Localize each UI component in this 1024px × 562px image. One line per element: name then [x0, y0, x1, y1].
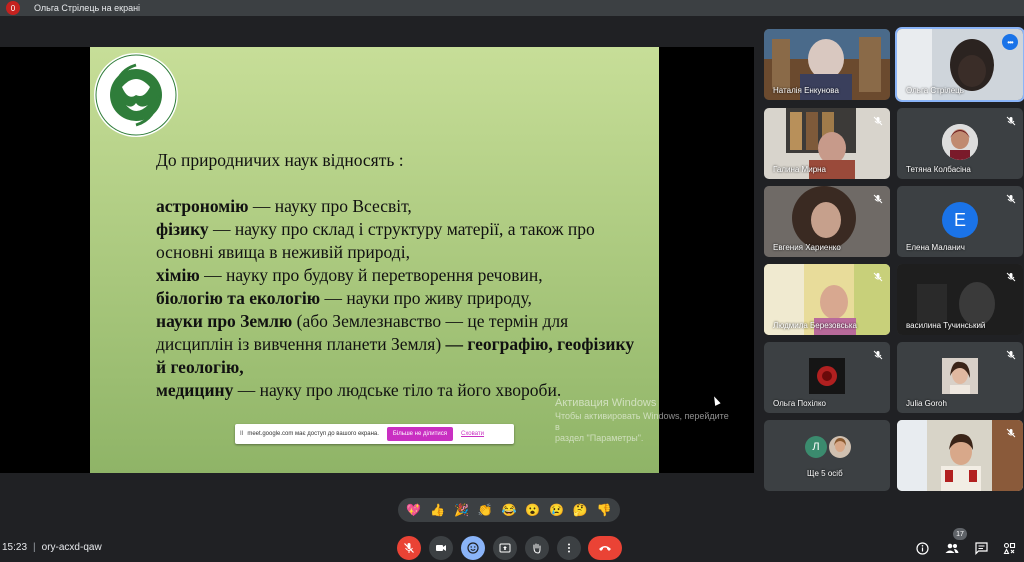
windows-activation-watermark: Активация Windows Чтобы активировать Win… [555, 397, 729, 444]
raise-hand-button[interactable] [525, 536, 549, 560]
reaction-surprised-icon[interactable]: 😮 [525, 503, 540, 517]
participant-video [897, 420, 1023, 491]
participant-avatar [942, 124, 978, 160]
participant-tile[interactable]: Людмила Березовська [764, 264, 890, 335]
participant-name: Елена Маланич [906, 243, 965, 252]
mic-off-icon [1006, 272, 1016, 282]
mic-off-icon [1006, 350, 1016, 360]
participant-tile[interactable]: Julia Goroh [897, 342, 1023, 413]
bottom-control-bar: 15:23 | ory-acxd-qaw [0, 532, 1024, 562]
reaction-laugh-icon[interactable]: 😂 [501, 503, 516, 517]
activities-button[interactable] [1001, 540, 1017, 556]
participant-name: Ольга Стрілець [906, 86, 964, 95]
participant-tile[interactable]: Тетяна Колбасіна [897, 108, 1023, 179]
presenting-title: Ольга Стрілець на екрані [34, 3, 141, 13]
meeting-code: ory-acxd-qaw [41, 542, 102, 553]
hide-link[interactable]: Сховати [461, 431, 484, 437]
participant-name: Галина Мирна [773, 165, 827, 174]
mic-off-icon [873, 350, 883, 360]
participant-tile[interactable]: Наталія Енкунова [764, 29, 890, 100]
participant-name: василина Тучинський [906, 321, 986, 330]
presenter-avatar: 0 [6, 1, 20, 15]
reaction-sad-icon[interactable]: 😢 [549, 503, 564, 517]
reactions-bar: 💖 👍 🎉 👏 😂 😮 😢 🤔 👎 [398, 498, 620, 522]
mic-off-icon [1006, 428, 1016, 438]
participant-tile[interactable]: E Елена Маланич [897, 186, 1023, 257]
info-icon [915, 541, 929, 555]
participant-avatar: Л [805, 436, 827, 458]
hand-icon [533, 543, 541, 554]
camera-icon [436, 545, 446, 551]
participant-name: Евгения Хариенко [773, 243, 841, 252]
slide-line: фізику — науку про склад і структуру мат… [156, 219, 595, 262]
more-participants-label: Ще 5 осіб [807, 469, 843, 478]
mic-off-icon [873, 194, 883, 204]
smile-icon [467, 542, 479, 554]
more-participants-tile[interactable]: Л Ще 5 осіб [764, 420, 890, 491]
more-options-icon[interactable]: ••• [1002, 34, 1018, 50]
top-bar: 0 Ольга Стрілець на екрані [0, 0, 1024, 16]
mic-off-icon [1006, 194, 1016, 204]
reaction-clap-icon[interactable]: 👏 [478, 503, 493, 517]
stop-sharing-button[interactable]: Більше не ділитися [386, 427, 453, 441]
reaction-party-icon[interactable]: 🎉 [454, 503, 469, 517]
participant-name: Тетяна Колбасіна [906, 165, 971, 174]
slide-heading: До природничих наук відносять : [156, 150, 404, 170]
more-options-button[interactable] [557, 536, 581, 560]
participant-tile[interactable]: ••• Ольга Стрілець [895, 27, 1024, 102]
mic-off-icon [873, 272, 883, 282]
mic-toggle-button[interactable] [397, 536, 421, 560]
separator: | [33, 542, 36, 553]
camera-toggle-button[interactable] [429, 536, 453, 560]
reaction-thumbs-up-icon[interactable]: 👍 [430, 503, 445, 517]
present-icon [499, 543, 511, 553]
participant-tile[interactable] [897, 420, 1023, 491]
share-message: meet.google.com має доступ до вашого екр… [247, 431, 379, 437]
activities-icon [1003, 542, 1015, 554]
participant-avatar [829, 436, 851, 458]
eco-center-logo [94, 53, 178, 137]
chat-button[interactable] [973, 540, 989, 556]
more-vert-icon [568, 543, 570, 553]
reaction-thumbs-down-icon[interactable]: 👎 [597, 503, 612, 517]
participant-name: Наталія Енкунова [773, 86, 839, 95]
mic-off-icon [1006, 116, 1016, 126]
people-icon [945, 543, 959, 553]
participant-name: Julia Goroh [906, 399, 947, 408]
hang-up-icon [599, 546, 611, 551]
slide-line: хімію — науку про будову й перетворення … [156, 265, 543, 285]
mic-off-icon [404, 543, 414, 553]
participant-tile[interactable]: Евгения Хариенко [764, 186, 890, 257]
meeting-details-button[interactable] [914, 540, 930, 556]
participant-avatar [809, 358, 845, 394]
reactions-button[interactable] [461, 536, 485, 560]
slide-line: науки про Землю (або Землезнавство — це … [156, 311, 635, 377]
participant-tile[interactable]: василина Тучинський [897, 264, 1023, 335]
people-button[interactable] [944, 540, 960, 556]
participant-tile[interactable]: Галина Мирна [764, 108, 890, 179]
participant-name: Людмила Березовська [773, 321, 857, 330]
meeting-info: 15:23 | ory-acxd-qaw [2, 542, 102, 553]
participant-tile[interactable]: Ольга Похілко [764, 342, 890, 413]
slide-line: астрономію — науку про Всесвіт, [156, 196, 412, 216]
screen-share-bar: II meet.google.com має доступ до вашого … [235, 424, 514, 444]
leave-call-button[interactable] [588, 536, 622, 560]
participant-avatar: E [942, 202, 978, 238]
mic-off-icon [873, 116, 883, 126]
people-count-badge: 17 [953, 528, 967, 540]
clock-time: 15:23 [2, 542, 28, 553]
slide-text: До природничих наук відносять : астроном… [156, 149, 646, 402]
participant-name: Ольга Похілко [773, 399, 826, 408]
reaction-thinking-icon[interactable]: 🤔 [573, 503, 588, 517]
chat-icon [974, 541, 988, 555]
pause-icon[interactable]: II [240, 431, 243, 437]
participant-avatar [942, 358, 978, 394]
reaction-heart-icon[interactable]: 💖 [406, 503, 421, 517]
present-screen-button[interactable] [493, 536, 517, 560]
slide-line: біологію та екологію — науки про живу пр… [156, 288, 532, 308]
